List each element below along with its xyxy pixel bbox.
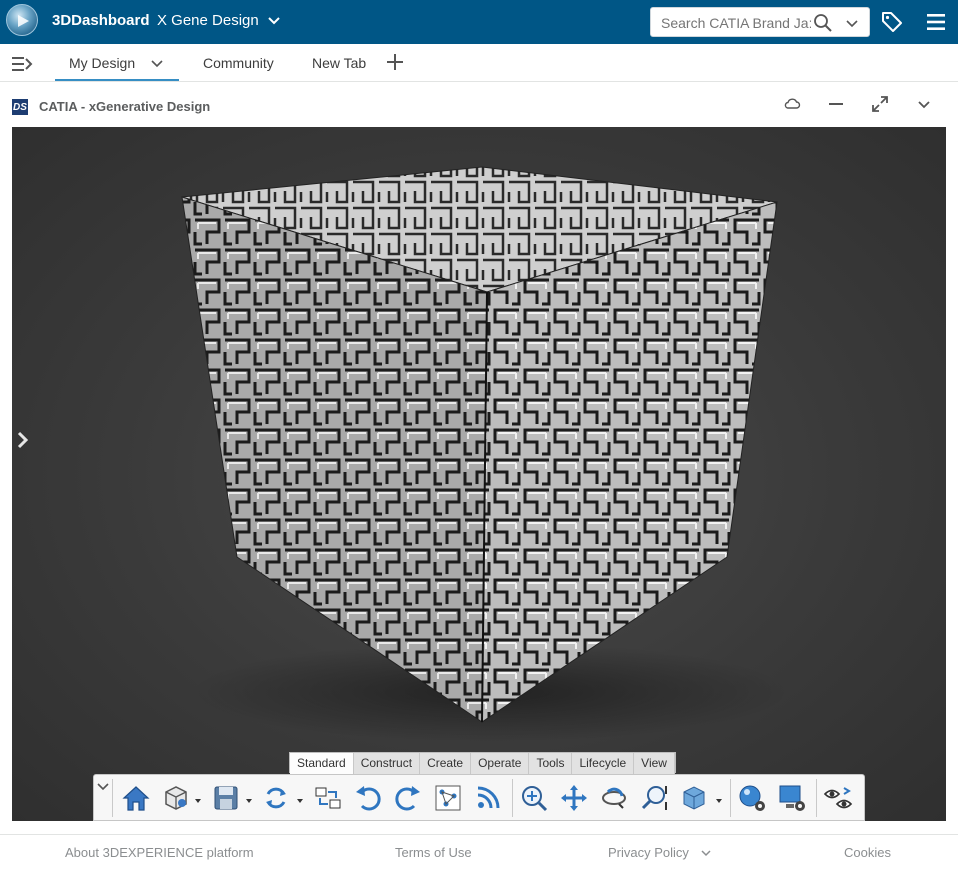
chevron-down-icon[interactable] — [701, 848, 711, 858]
chevron-down-icon[interactable] — [266, 12, 282, 28]
graph-icon[interactable] — [432, 782, 464, 814]
compare-icon[interactable] — [312, 782, 344, 814]
divider — [512, 779, 513, 817]
dropdown-arrow-icon[interactable] — [195, 798, 201, 804]
search-box — [650, 7, 870, 37]
display-settings-icon[interactable] — [776, 782, 808, 814]
search-icon[interactable] — [813, 13, 833, 33]
zoom-icon[interactable] — [638, 782, 670, 814]
tab-new-tab[interactable]: New Tab — [312, 55, 366, 71]
dropdown-arrow-icon[interactable] — [246, 798, 252, 804]
section-tab-tools[interactable]: Tools — [529, 753, 573, 774]
active-tab-indicator — [55, 79, 179, 81]
section-tab-standard[interactable]: Standard — [290, 753, 354, 774]
dassault-logo-icon: DS — [12, 99, 28, 115]
rotate-icon[interactable] — [598, 782, 630, 814]
render-settings-icon[interactable] — [736, 782, 768, 814]
maximize-icon[interactable] — [871, 95, 889, 113]
3d-viewport[interactable]: Standard Construct Create Operate Tools … — [12, 127, 946, 821]
visibility-swap-icon[interactable] — [822, 782, 854, 814]
divider — [816, 779, 817, 817]
hilbert-cube-model[interactable] — [12, 127, 946, 821]
tab-my-design[interactable]: My Design — [69, 55, 135, 71]
about-link[interactable]: About 3DEXPERIENCE platform — [65, 845, 254, 860]
redo-icon[interactable] — [392, 782, 424, 814]
tag-icon[interactable] — [880, 10, 904, 34]
chevron-right-icon[interactable] — [16, 431, 30, 449]
section-tab-construct[interactable]: Construct — [353, 753, 421, 774]
tab-community[interactable]: Community — [203, 55, 274, 71]
divider — [112, 779, 113, 817]
section-tab-operate[interactable]: Operate — [471, 753, 530, 774]
privacy-link[interactable]: Privacy Policy — [608, 845, 689, 860]
refresh-icon[interactable] — [260, 782, 292, 814]
save-icon[interactable] — [210, 782, 242, 814]
tab-bar: My Design Community New Tab — [0, 44, 958, 82]
cube-view-icon[interactable] — [678, 782, 710, 814]
dropdown-arrow-icon[interactable] — [297, 798, 303, 804]
search-options-chevron-icon[interactable] — [845, 16, 859, 30]
terms-link[interactable]: Terms of Use — [395, 845, 472, 860]
chevron-down-icon[interactable] — [96, 779, 110, 793]
action-bar-sections: Standard Construct Create Operate Tools … — [289, 752, 676, 774]
pan-icon[interactable] — [558, 782, 590, 814]
section-tab-create[interactable]: Create — [420, 753, 472, 774]
zoom-fit-icon[interactable] — [518, 782, 550, 814]
compass-icon[interactable] — [6, 4, 38, 36]
chevron-down-icon[interactable] — [915, 95, 933, 113]
part-icon[interactable] — [160, 782, 192, 814]
search-input[interactable] — [661, 14, 811, 32]
cookies-link[interactable]: Cookies — [844, 845, 891, 860]
widget-header: DS CATIA - xGenerative Design — [0, 83, 958, 127]
footer: About 3DEXPERIENCE platform Terms of Use… — [0, 834, 958, 870]
undo-icon[interactable] — [352, 782, 384, 814]
divider — [730, 779, 731, 817]
top-bar: 3DDashboard X Gene Design — [0, 0, 958, 44]
section-tab-lifecycle[interactable]: Lifecycle — [572, 753, 635, 774]
dashboard-name[interactable]: X Gene Design — [157, 12, 259, 29]
feed-icon[interactable] — [472, 782, 504, 814]
home-icon[interactable] — [120, 782, 152, 814]
minimize-icon[interactable] — [827, 95, 845, 113]
chevron-down-icon[interactable] — [151, 57, 163, 69]
brand-label: 3DDashboard — [52, 12, 150, 29]
add-tab-icon[interactable] — [386, 53, 404, 71]
side-panel-toggle-icon[interactable] — [11, 55, 33, 73]
dropdown-arrow-icon[interactable] — [716, 798, 722, 804]
section-tab-view[interactable]: View — [634, 753, 675, 774]
cloud-icon[interactable] — [783, 95, 801, 113]
menu-icon[interactable] — [926, 12, 946, 32]
action-bar — [93, 774, 865, 821]
widget-title: CATIA - xGenerative Design — [39, 99, 211, 114]
